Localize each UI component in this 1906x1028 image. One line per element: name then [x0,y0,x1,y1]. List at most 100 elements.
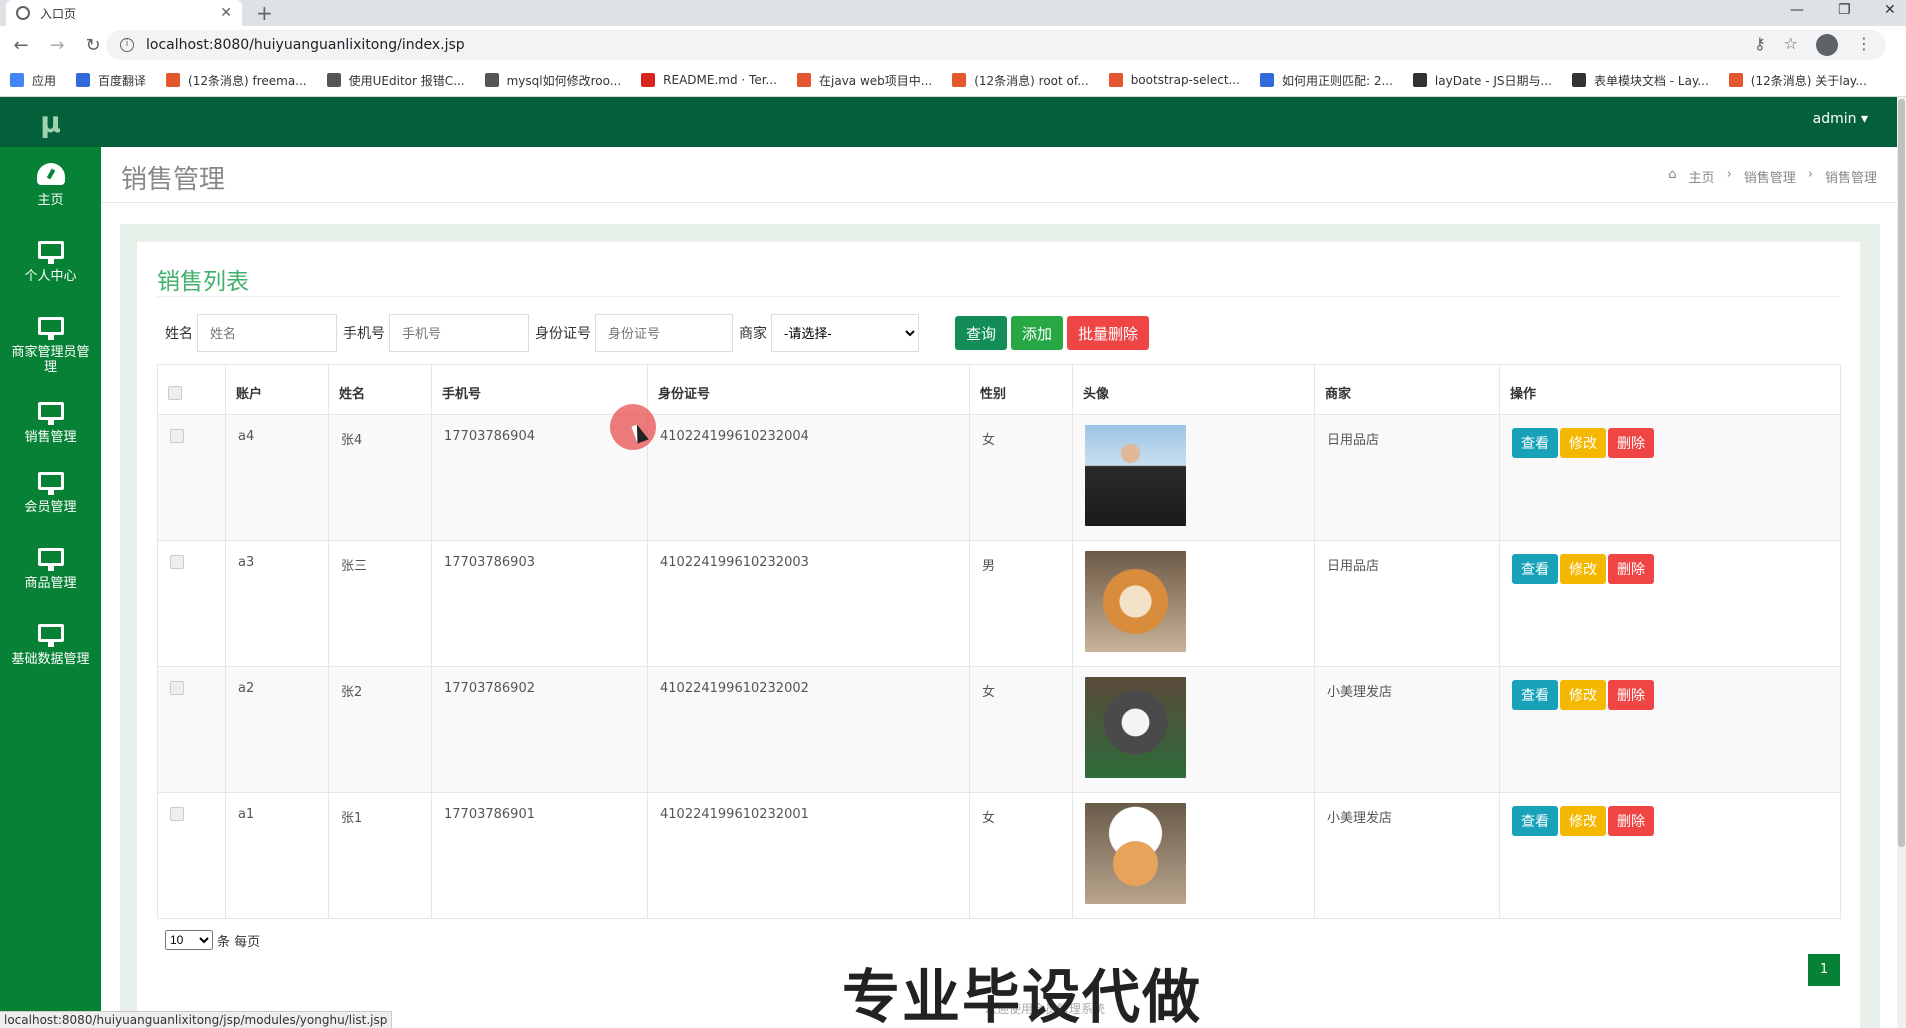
row-select-cell[interactable] [157,540,226,667]
batch-delete-button[interactable]: 批量删除 [1067,316,1150,350]
user-name: admin [1812,111,1857,127]
sidebar-item-0[interactable]: 主页 [0,147,101,224]
name-input[interactable] [197,314,337,352]
page-size-select[interactable]: 10 [165,930,213,950]
key-icon[interactable]: ⚷ [1754,34,1766,56]
address-url: localhost:8080/huiyuanguanlixitong/index… [146,37,465,53]
sidebar-item-3[interactable]: 销售管理 [0,391,101,455]
phone-input[interactable] [389,314,529,352]
bookmark-label: (12条消息) root of... [974,73,1089,88]
bookmark-item[interactable]: layDate - JS日期与... [1412,72,1552,89]
cell-merchant: 小美理发店 [1314,792,1500,919]
sidebar-item-label: 商品管理 [24,575,77,591]
delete-button[interactable]: 删除 [1608,428,1654,458]
row-select-cell[interactable] [157,666,226,793]
cell-merchant: 日用品店 [1314,540,1500,667]
bookmark-item[interactable]: (12条消息) freema... [166,72,307,89]
bookmark-item[interactable]: mysql如何修改roo... [484,72,621,89]
breadcrumb-home[interactable]: 主页 [1689,167,1715,186]
avatar-image [1085,425,1186,526]
view-button[interactable]: 查看 [1512,554,1558,584]
menu-kebab-icon[interactable]: ⋮ [1856,34,1872,56]
back-icon[interactable]: ← [6,35,36,56]
bookmark-item[interactable]: 使用UEditor 报错C... [326,72,465,89]
cell-name: 张三 [328,540,432,667]
row-checkbox[interactable] [170,681,184,695]
reload-icon[interactable]: ↻ [78,35,108,56]
row-checkbox[interactable] [170,807,184,821]
breadcrumb-section[interactable]: 销售管理 [1744,167,1796,186]
scrollbar-thumb[interactable] [1898,99,1905,847]
cell-actions: 查看 修改 删除 [1499,414,1841,541]
window-close-icon[interactable]: ✕ [1884,2,1896,18]
edit-button[interactable]: 修改 [1560,806,1606,836]
address-bar[interactable]: i localhost:8080/huiyuanguanlixitong/ind… [106,30,1886,60]
delete-button[interactable]: 删除 [1608,554,1654,584]
forward-icon[interactable]: → [42,35,72,56]
sidebar-item-6[interactable]: 基础数据管理 [0,607,101,683]
bookmark-favicon-icon [1259,73,1274,87]
row-checkbox[interactable] [170,429,184,443]
bookmark-item[interactable]: 应用 [10,72,56,89]
delete-button[interactable]: 删除 [1608,806,1654,836]
page-header: 销售管理 ⌂ 主页 › 销售管理 › 销售管理 [101,147,1897,203]
sidebar-item-label: 会员管理 [24,499,77,515]
bookmark-item[interactable]: bootstrap-select... [1108,73,1240,87]
sidebar-item-1[interactable]: 个人中心 [0,224,101,301]
bookmark-item[interactable]: README.md · Ter... [641,73,777,87]
monitor-icon [37,623,64,647]
monitor-icon [37,241,64,264]
info-icon[interactable]: i [120,38,134,52]
sidebar-item-4[interactable]: 会员管理 [0,455,101,531]
sales-panel: 销售列表 姓名 手机号 身份证号 商家 -请选择- 查询 添加 批量删除 账户 … [137,242,1860,1028]
bookmark-item[interactable]: 表单模块文档 - Lay... [1571,72,1709,89]
app-logo[interactable]: μ [0,97,101,147]
view-button[interactable]: 查看 [1512,806,1558,836]
bookmark-item[interactable]: 如何用正则匹配: 2... [1259,72,1393,89]
bookmark-label: 使用UEditor 报错C... [348,73,465,88]
cell-account: a4 [225,414,329,541]
id-number-input[interactable] [595,314,733,352]
home-icon: ⌂ [1668,167,1677,182]
row-select-cell[interactable] [157,792,226,919]
star-icon[interactable]: ☆ [1784,34,1798,56]
cell-gender: 女 [969,666,1073,793]
view-button[interactable]: 查看 [1512,680,1558,710]
globe-icon [16,6,30,20]
view-button[interactable]: 查看 [1512,428,1558,458]
close-icon[interactable]: ✕ [220,5,232,21]
browser-tab[interactable]: 入口页 ✕ [6,0,242,26]
header-select-all[interactable] [157,364,226,415]
minimize-icon[interactable]: — [1790,2,1804,18]
new-tab-icon[interactable]: + [256,1,273,25]
edit-button[interactable]: 修改 [1560,680,1606,710]
bookmark-item[interactable]: 在java web项目中... [797,72,932,89]
edit-button[interactable]: 修改 [1560,554,1606,584]
sidebar-item-2[interactable]: 商家管理员管理 [0,301,101,391]
avatar-image [1085,551,1186,652]
bookmark-item[interactable]: 百度翻译 [76,72,146,89]
cell-actions: 查看 修改 删除 [1499,666,1841,793]
profile-avatar-icon[interactable] [1816,34,1838,56]
bookmark-item[interactable]: (12条消息) root of... [952,72,1089,89]
table-row: a3 张三 17703786903 410224199610232003 男 日用品店 查看… [157,540,1841,667]
restore-icon[interactable]: ❐ [1838,2,1851,18]
add-button[interactable]: 添加 [1011,316,1064,350]
pagination-page-1[interactable]: 1 [1808,954,1840,986]
tab-title: 入口页 [40,6,77,21]
row-select-cell[interactable] [157,414,226,541]
select-all-checkbox[interactable] [168,386,182,400]
watermark-text: 专业毕设代做 [842,963,1203,1028]
phone-label: 手机号 [343,326,385,342]
search-button[interactable]: 查询 [955,316,1008,350]
edit-button[interactable]: 修改 [1560,428,1606,458]
row-checkbox[interactable] [170,555,184,569]
bookmark-favicon-icon [1108,73,1123,87]
merchant-select[interactable]: -请选择- [771,314,919,352]
delete-button[interactable]: 删除 [1608,680,1654,710]
user-menu[interactable]: admin ▾ [1813,111,1868,127]
monitor-icon [37,317,64,340]
bookmark-item[interactable]: (12条消息) 关于lay... [1728,72,1867,89]
sidebar-item-5[interactable]: 商品管理 [0,531,101,607]
bookmark-favicon-icon [1412,73,1427,87]
